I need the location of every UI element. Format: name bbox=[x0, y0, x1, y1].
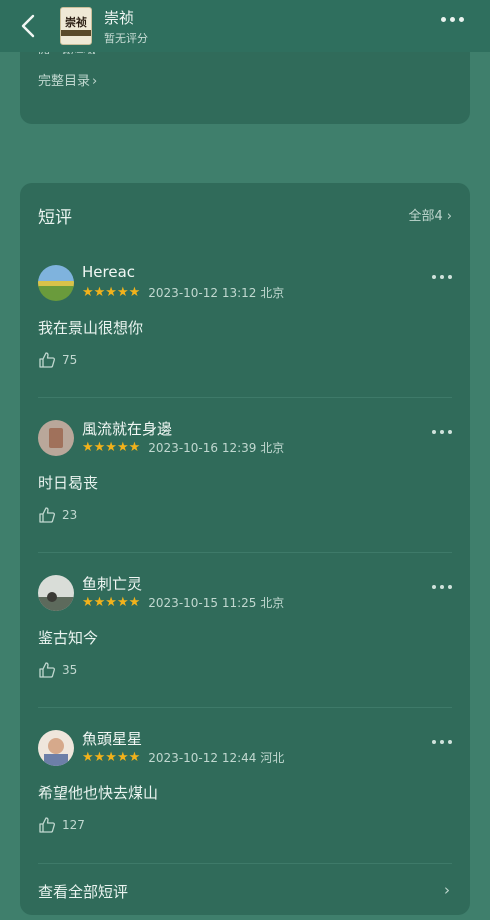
like-button[interactable]: 127 bbox=[38, 816, 85, 834]
reviewer-name[interactable]: Hereac bbox=[82, 263, 135, 281]
short-reviews-card: 短评 全部4 › Hereac ★★★★★ 2023-10-12 13:12 北京 bbox=[20, 183, 470, 915]
rating-stars: ★★★★★ bbox=[82, 285, 141, 300]
more-dot-icon bbox=[448, 275, 452, 279]
more-options-button[interactable] bbox=[441, 17, 464, 22]
rating-text: 暂无评分 bbox=[104, 31, 148, 45]
review-more-button[interactable] bbox=[432, 275, 452, 279]
review-location: 北京 bbox=[260, 441, 285, 455]
divider bbox=[38, 397, 452, 398]
chevron-right-icon: › bbox=[444, 881, 450, 899]
more-dot-icon bbox=[448, 740, 452, 744]
divider bbox=[38, 863, 452, 864]
book-detail-page: 四，极崇从…… 完整目录› 崇祯 崇祯 暂无评分 短评 全部4› bbox=[0, 0, 490, 920]
like-button[interactable]: 35 bbox=[38, 661, 77, 679]
avatar-seal-image bbox=[38, 420, 74, 456]
divider bbox=[38, 707, 452, 708]
more-dot-icon bbox=[441, 17, 446, 22]
more-dot-icon bbox=[432, 275, 436, 279]
book-cover[interactable]: 崇祯 bbox=[60, 7, 92, 45]
review-location: 北京 bbox=[260, 596, 285, 610]
divider bbox=[38, 552, 452, 553]
review-date: 2023-10-12 12:44 bbox=[148, 750, 257, 765]
full-toc-link[interactable]: 完整目录 › bbox=[38, 70, 97, 89]
review-date: 2023-10-16 12:39 bbox=[148, 440, 257, 455]
like-count: 75 bbox=[62, 353, 78, 367]
review-location: 河北 bbox=[260, 751, 285, 765]
more-dot-icon bbox=[440, 585, 444, 589]
review-meta: ★★★★★ 2023-10-15 11:25 北京 bbox=[82, 594, 284, 611]
review-text: 我在景山很想你 bbox=[38, 319, 144, 337]
book-title: 崇祯 bbox=[104, 8, 135, 27]
avatar-photo-image bbox=[38, 730, 74, 766]
more-dot-icon bbox=[440, 740, 444, 744]
reviews-title: 短评 bbox=[38, 208, 72, 228]
review-text: 时日曷丧 bbox=[38, 474, 99, 492]
review-item: Hereac ★★★★★ 2023-10-12 13:12 北京 我在景山很想你… bbox=[38, 253, 452, 408]
more-dot-icon bbox=[440, 430, 444, 434]
review-item: 鱼刺亡灵 ★★★★★ 2023-10-15 11:25 北京 鉴古知今 35 bbox=[38, 563, 452, 718]
avatar[interactable] bbox=[38, 265, 74, 301]
like-button[interactable]: 23 bbox=[38, 506, 77, 524]
book-title-block: 崇祯 暂无评分 bbox=[104, 7, 148, 46]
avatar-photo-image bbox=[38, 575, 74, 611]
more-dot-icon bbox=[448, 585, 452, 589]
review-text: 鉴古知今 bbox=[38, 629, 99, 647]
full-toc-label: 完整目录 bbox=[38, 74, 91, 89]
more-dot-icon bbox=[448, 430, 452, 434]
review-text: 希望他也快去煤山 bbox=[38, 784, 159, 802]
more-dot-icon bbox=[432, 740, 436, 744]
top-bar: 崇祯 崇祯 暂无评分 bbox=[0, 0, 490, 52]
reviewer-name[interactable]: 風流就在身邊 bbox=[82, 418, 172, 439]
reviewer-name[interactable]: 魚頭星星 bbox=[82, 728, 142, 749]
review-item: 風流就在身邊 ★★★★★ 2023-10-16 12:39 北京 时日曷丧 23 bbox=[38, 408, 452, 563]
review-more-button[interactable] bbox=[432, 430, 452, 434]
avatar[interactable] bbox=[38, 730, 74, 766]
avatar-landscape-image bbox=[38, 265, 74, 301]
review-more-button[interactable] bbox=[432, 740, 452, 744]
chevron-right-icon: › bbox=[446, 209, 452, 224]
review-item: 魚頭星星 ★★★★★ 2023-10-12 12:44 河北 希望他也快去煤山 … bbox=[38, 718, 452, 873]
like-count: 35 bbox=[62, 663, 78, 677]
like-button[interactable]: 75 bbox=[38, 351, 77, 369]
rating-stars: ★★★★★ bbox=[82, 595, 141, 610]
back-button[interactable] bbox=[6, 0, 50, 52]
more-dot-icon bbox=[459, 17, 464, 22]
avatar[interactable] bbox=[38, 575, 74, 611]
more-dot-icon bbox=[432, 430, 436, 434]
thumbs-up-icon bbox=[39, 507, 56, 523]
more-dot-icon bbox=[440, 275, 444, 279]
rating-stars: ★★★★★ bbox=[82, 750, 141, 765]
chevron-right-icon: › bbox=[92, 74, 98, 89]
avatar[interactable] bbox=[38, 420, 74, 456]
review-location: 北京 bbox=[260, 286, 285, 300]
like-count: 127 bbox=[62, 818, 85, 832]
review-meta: ★★★★★ 2023-10-16 12:39 北京 bbox=[82, 439, 284, 456]
like-count: 23 bbox=[62, 508, 78, 522]
thumbs-up-icon bbox=[39, 817, 56, 833]
review-date: 2023-10-12 13:12 bbox=[148, 285, 257, 300]
reviews-header: 短评 全部4 › bbox=[38, 203, 452, 228]
rating-stars: ★★★★★ bbox=[82, 440, 141, 455]
book-cover-title: 崇祯 bbox=[65, 15, 87, 29]
reviewer-name[interactable]: 鱼刺亡灵 bbox=[82, 573, 142, 594]
view-all-reviews-label: 查看全部短评 bbox=[38, 883, 129, 901]
cover-band bbox=[61, 29, 91, 36]
view-all-reviews-button[interactable]: 查看全部短评 › bbox=[38, 881, 452, 901]
back-arrow-icon bbox=[21, 14, 35, 38]
more-dot-icon bbox=[432, 585, 436, 589]
thumbs-up-icon bbox=[39, 352, 56, 368]
review-date: 2023-10-15 11:25 bbox=[148, 595, 257, 610]
all-reviews-link[interactable]: 全部4 › bbox=[409, 205, 452, 224]
review-more-button[interactable] bbox=[432, 585, 452, 589]
review-meta: ★★★★★ 2023-10-12 13:12 北京 bbox=[82, 284, 284, 301]
all-reviews-count: 全部4 bbox=[408, 209, 443, 224]
review-meta: ★★★★★ 2023-10-12 12:44 河北 bbox=[82, 749, 284, 766]
more-dot-icon bbox=[450, 17, 455, 22]
thumbs-up-icon bbox=[39, 662, 56, 678]
